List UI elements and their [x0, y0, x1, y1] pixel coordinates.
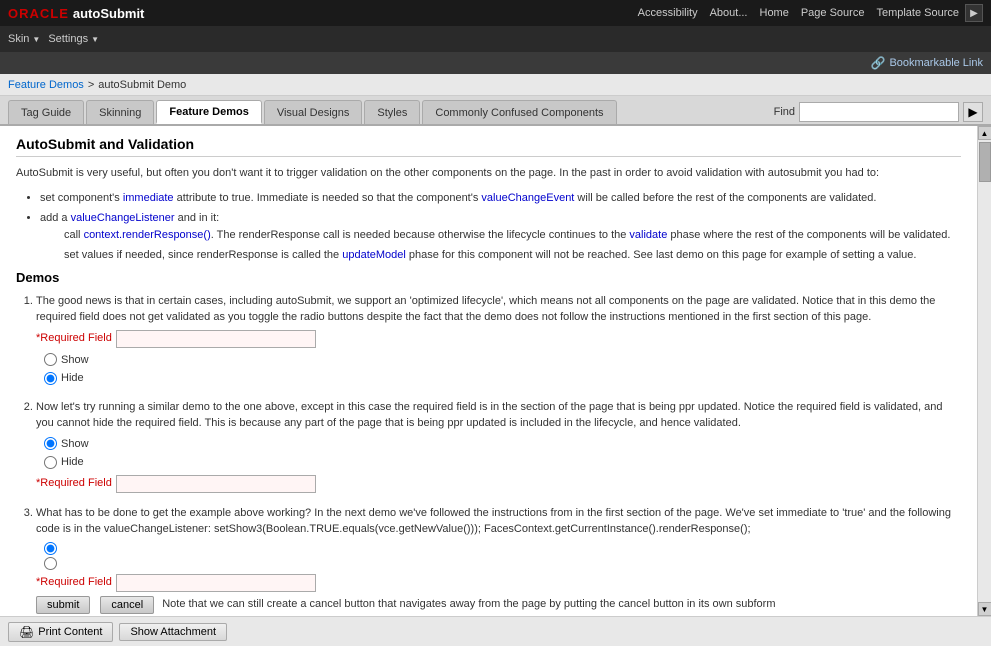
sub-bullet-2: set values if needed, since renderRespon… — [64, 247, 961, 264]
app-title: autoSubmit — [73, 6, 145, 21]
demo1-field-row: *Required Field — [36, 330, 961, 348]
demo2-hide-label: Hide — [61, 454, 84, 471]
skin-dropdown[interactable]: Skin ▼ — [8, 33, 40, 45]
breadcrumb-current: autoSubmit Demo — [98, 79, 186, 91]
tab-styles[interactable]: Styles — [364, 100, 420, 124]
tab-skinning[interactable]: Skinning — [86, 100, 154, 124]
scroll-thumb[interactable] — [979, 142, 991, 182]
demo3-radio-hide-row — [44, 557, 961, 570]
demo3-note-text: Note that we can still create a cancel b… — [162, 596, 775, 613]
nav-home[interactable]: Home — [760, 7, 789, 19]
demo2-radio-show-row: Show — [44, 436, 961, 453]
scroll-down-arrow[interactable]: ▼ — [978, 602, 991, 616]
demo2-field-row: *Required Field — [36, 475, 961, 493]
bottombar: 🖨 Print Content Show Attachment — [0, 616, 991, 646]
nav-template-source[interactable]: Template Source — [876, 7, 959, 19]
tabs-bar: Tag Guide Skinning Feature Demos Visual … — [0, 96, 991, 126]
find-input[interactable] — [799, 102, 959, 122]
demo1-text: The good news is that in certain cases, … — [36, 295, 935, 324]
print-icon: 🖨 — [19, 625, 34, 639]
demos-title: Demos — [16, 270, 961, 285]
breadcrumb-separator: > — [88, 79, 94, 91]
skin-chevron-icon: ▼ — [32, 35, 40, 44]
scrollbar-right[interactable]: ▲ ▼ — [977, 126, 991, 616]
demo2-radio-hide[interactable] — [44, 456, 57, 469]
demo1-radio-hide-row: Hide — [44, 370, 961, 387]
skinbar: Skin ▼ Settings ▼ — [0, 26, 991, 52]
logo: ORACLE autoSubmit — [8, 6, 144, 21]
demo1-hide-label: Hide — [61, 370, 84, 387]
demo1-radio-show-row: Show — [44, 352, 961, 369]
demo1-radio-show[interactable] — [44, 353, 57, 366]
nav-accessibility[interactable]: Accessibility — [638, 7, 698, 19]
demo2-show-label: Show — [61, 436, 89, 453]
breadcrumb-feature-demos[interactable]: Feature Demos — [8, 79, 84, 91]
demo3-required-input[interactable] — [116, 574, 316, 592]
main-content-area: AutoSubmit and Validation AutoSubmit is … — [0, 126, 991, 616]
demo-item-3: What has to be done to get the example a… — [36, 505, 961, 614]
demo2-radio-show[interactable] — [44, 437, 57, 450]
bullet-text-2: add a valueChangeListener and in it: — [40, 212, 219, 224]
demo-item-2: Now let's try running a similar demo to … — [36, 399, 961, 493]
demo3-radio-hide[interactable] — [44, 557, 57, 570]
bullet-text-1: set component's immediate attribute to t… — [40, 192, 876, 204]
nav-about[interactable]: About... — [710, 7, 748, 19]
demo3-radio-show[interactable] — [44, 542, 57, 555]
demo2-required-label: *Required Field — [36, 475, 112, 492]
content-panel: AutoSubmit and Validation AutoSubmit is … — [0, 126, 977, 616]
nav-scroll-right[interactable]: ▶ — [965, 4, 983, 22]
demo2-radio-hide-row: Hide — [44, 454, 961, 471]
link-icon: 🔗 — [870, 56, 885, 70]
sub-bullet-1: call context.renderResponse(). The rende… — [64, 227, 961, 244]
find-next-button[interactable]: ▶ — [963, 102, 983, 122]
topbar: ORACLE autoSubmit Accessibility About...… — [0, 0, 991, 26]
tab-commonly-confused[interactable]: Commonly Confused Components — [422, 100, 616, 124]
bullet-list: set component's immediate attribute to t… — [40, 190, 961, 264]
demo2-text: Now let's try running a similar demo to … — [36, 401, 942, 430]
settings-dropdown[interactable]: Settings ▼ — [48, 33, 99, 45]
demo1-required-input[interactable] — [116, 330, 316, 348]
demo3-cancel-button[interactable]: cancel — [100, 596, 154, 614]
scroll-track — [978, 140, 991, 602]
find-label: Find — [774, 106, 795, 118]
oracle-logo: ORACLE — [8, 6, 69, 21]
sub-bullet-list: call context.renderResponse(). The rende… — [64, 227, 961, 264]
demo3-required-label: *Required Field — [36, 574, 112, 591]
tab-feature-demos[interactable]: Feature Demos — [156, 100, 261, 124]
find-area: Find ▶ — [774, 102, 983, 124]
breadcrumb: Feature Demos > autoSubmit Demo — [0, 74, 991, 96]
demo1-radio-hide[interactable] — [44, 372, 57, 385]
demo3-btn-row: submit cancel Note that we can still cre… — [36, 596, 961, 614]
demo3-field-row: *Required Field — [36, 574, 961, 592]
print-content-button[interactable]: 🖨 Print Content — [8, 622, 113, 642]
demo2-required-input[interactable] — [116, 475, 316, 493]
nav-page-source[interactable]: Page Source — [801, 7, 865, 19]
tab-tag-guide[interactable]: Tag Guide — [8, 100, 84, 124]
intro-text: AutoSubmit is very useful, but often you… — [16, 165, 961, 182]
show-attachment-button[interactable]: Show Attachment — [119, 623, 227, 641]
demo1-required-label: *Required Field — [36, 330, 112, 347]
bullet-item-1: set component's immediate attribute to t… — [40, 190, 961, 207]
scroll-up-arrow[interactable]: ▲ — [978, 126, 991, 140]
demo-item-1: The good news is that in certain cases, … — [36, 293, 961, 387]
main-title: AutoSubmit and Validation — [16, 136, 961, 157]
bookmarkbar: 🔗 Bookmarkable Link — [0, 52, 991, 74]
demo-list: The good news is that in certain cases, … — [36, 293, 961, 614]
bookmarkable-link[interactable]: 🔗 Bookmarkable Link — [870, 56, 983, 70]
bullet-item-2: add a valueChangeListener and in it: cal… — [40, 210, 961, 264]
demo3-submit-button[interactable]: submit — [36, 596, 90, 614]
settings-chevron-icon: ▼ — [91, 35, 99, 44]
demo3-text: What has to be done to get the example a… — [36, 507, 951, 536]
demo1-show-label: Show — [61, 352, 89, 369]
tab-visual-designs[interactable]: Visual Designs — [264, 100, 363, 124]
demo3-radio-show-row — [44, 542, 961, 555]
